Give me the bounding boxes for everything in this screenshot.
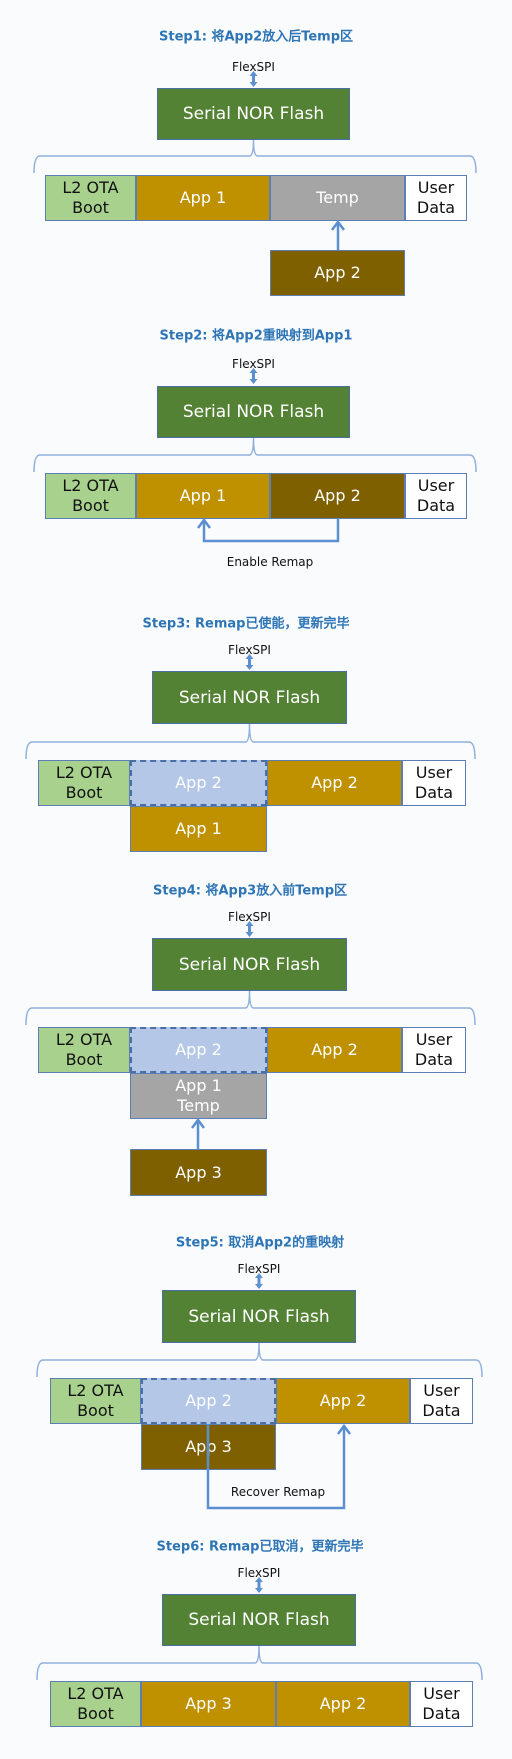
flexspi-label: FlexSPI [228, 643, 271, 657]
flexspi-label: FlexSPI [232, 357, 275, 371]
memory-segment-app: App 2 [267, 1027, 402, 1073]
serial-nor-flash-box: Serial NOR Flash [162, 1594, 356, 1646]
step-title: Step5: 取消App2的重映射 [175, 1235, 345, 1251]
memory-segment-app: App 1 [136, 175, 270, 221]
arrowhead-icon [337, 1423, 351, 1435]
remap-arrow [202, 518, 340, 543]
memory-segment-boot: L2 OTA Boot [38, 760, 130, 806]
memory-segment-app: App 1 [136, 473, 270, 519]
memory-segment-boot: L2 OTA Boot [45, 175, 136, 221]
memory-segment-boot: L2 OTA Boot [45, 473, 136, 519]
memory-segment-app_new: App 2 [270, 473, 405, 519]
memory-segment-app: App 2 [267, 760, 402, 806]
memory-segment-user: User Data [405, 473, 467, 519]
arrowhead-icon [331, 219, 345, 231]
image-box-app_new: App 2 [270, 250, 405, 296]
memory-segment-boot: L2 OTA Boot [38, 1027, 130, 1073]
arrowhead-icon [197, 517, 211, 529]
flexspi-label: FlexSPI [228, 910, 271, 924]
serial-nor-flash-box: Serial NOR Flash [152, 938, 347, 991]
memory-segment-app: App 2 [276, 1378, 410, 1424]
memory-map-brace [25, 990, 476, 1026]
memory-map-brace [33, 139, 477, 174]
memory-segment-user: User Data [405, 175, 467, 221]
step-title: Step4: 将App3放入前Temp区 [153, 883, 347, 899]
memory-segment-user: User Data [410, 1681, 473, 1727]
memory-segment-user: User Data [402, 1027, 466, 1073]
image-box-app_new: App 3 [141, 1424, 276, 1470]
image-box-temp: App 1 Temp [130, 1073, 267, 1119]
memory-segment-boot: L2 OTA Boot [50, 1681, 141, 1727]
memory-map-brace [36, 1342, 483, 1378]
remap-label: Recover Remap [230, 1485, 326, 1499]
memory-segment-remapped: App 2 [141, 1378, 276, 1424]
memory-segment-remapped: App 2 [130, 1027, 267, 1073]
image-box-app_new: App 3 [130, 1149, 267, 1196]
memory-segment-remapped: App 2 [130, 760, 267, 806]
serial-nor-flash-box: Serial NOR Flash [157, 88, 350, 140]
flexspi-label: FlexSPI [232, 60, 275, 74]
step-title: Step1: 将App2放入后Temp区 [159, 29, 353, 45]
memory-map-brace [33, 437, 477, 473]
serial-nor-flash-box: Serial NOR Flash [162, 1290, 356, 1343]
serial-nor-flash-box: Serial NOR Flash [157, 386, 350, 438]
memory-segment-app: App 2 [276, 1681, 410, 1727]
step-title: Step6: Remap已取消，更新完毕 [156, 1539, 364, 1555]
memory-segment-temp: Temp [270, 175, 405, 221]
flexspi-label: FlexSPI [237, 1566, 281, 1580]
flexspi-label: FlexSPI [237, 1262, 281, 1276]
memory-segment-boot: L2 OTA Boot [50, 1378, 141, 1424]
step-title: Step2: 将App2重映射到App1 [159, 328, 353, 344]
remap-label: Enable Remap [226, 555, 314, 569]
step-title: Step3: Remap已使能，更新完毕 [142, 616, 350, 632]
memory-segment-user: User Data [402, 760, 466, 806]
memory-map-brace [36, 1645, 483, 1681]
memory-map-brace [25, 723, 476, 760]
memory-segment-user: User Data [410, 1378, 473, 1424]
memory-segment-app: App 3 [141, 1681, 276, 1727]
serial-nor-flash-box: Serial NOR Flash [152, 671, 347, 724]
arrowhead-icon [191, 1117, 205, 1129]
image-box-app: App 1 [130, 806, 267, 852]
